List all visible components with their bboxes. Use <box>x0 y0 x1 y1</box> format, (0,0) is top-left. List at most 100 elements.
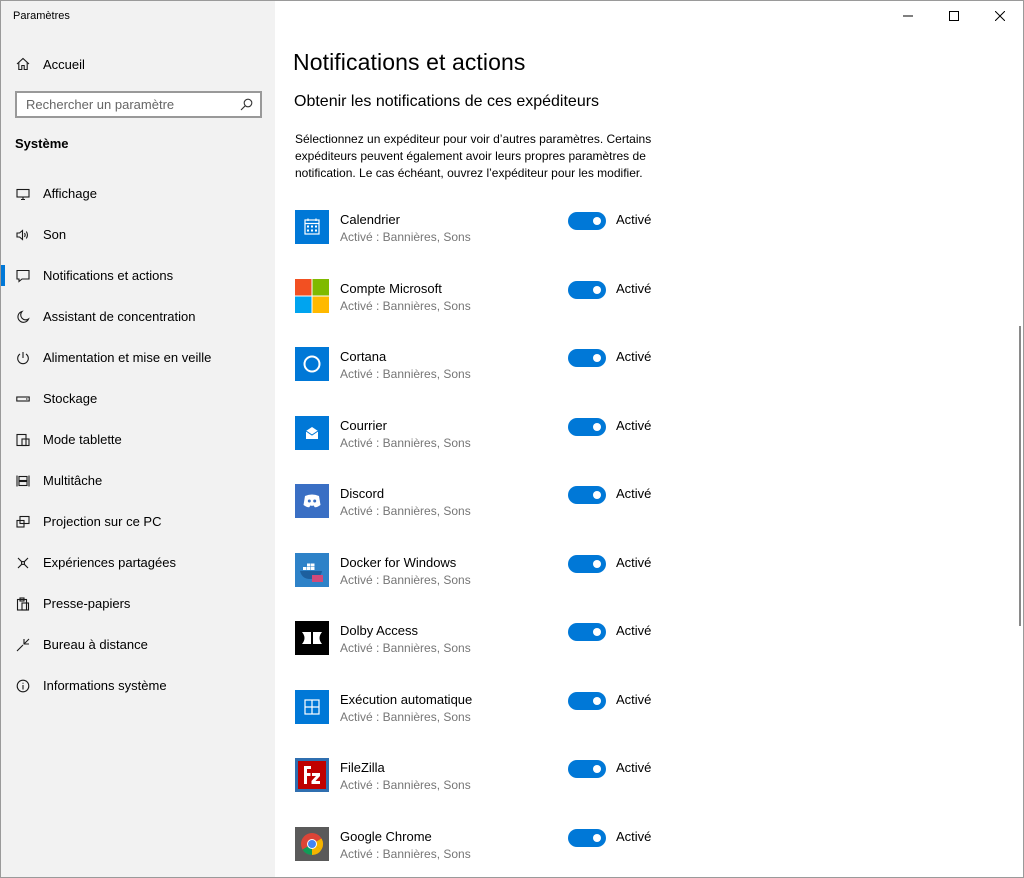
notification-toggle[interactable] <box>568 212 606 230</box>
section-title: Système <box>15 136 69 151</box>
notification-toggle[interactable] <box>568 691 606 710</box>
page-title: Notifications et actions <box>293 49 526 75</box>
section-subtitle: Obtenir les notifications de ces expédit… <box>294 93 600 110</box>
description-text: Sélectionnez un expéditeur pour voir d’a… <box>295 132 652 180</box>
sidebar-item-alimentation[interactable]: Alimentation et mise en veille <box>1 337 275 378</box>
sender-row-discord[interactable]: Discord Activé : Bannières, Sons Activé <box>295 480 715 549</box>
remote-desktop-icon <box>16 638 30 652</box>
sender-name: Cortana <box>340 349 387 364</box>
minimize-icon <box>903 15 913 17</box>
sender-row-calendrier[interactable]: Calendrier Activé : Bannières, Sons Acti… <box>295 206 715 275</box>
sidebar-item-label: Informations système <box>43 678 167 693</box>
toggle-label: Activé <box>616 417 652 433</box>
toggle-label: Activé <box>616 691 652 707</box>
sender-name: Docker for Windows <box>340 554 457 570</box>
sender-name: Google Chrome <box>340 828 432 844</box>
sender-status: Activé : Bannières, Sons <box>340 641 471 655</box>
scrollbar[interactable] <box>1019 326 1021 626</box>
sidebar-item-projection[interactable]: Projection sur ce PC <box>1 501 275 542</box>
calendar-icon <box>295 210 329 244</box>
home-icon <box>16 57 30 71</box>
sidebar-home-label: Accueil <box>43 56 85 72</box>
sidebar-item-experiences[interactable]: Expériences partagées <box>1 542 275 583</box>
sidebar-item-bureau-distance[interactable]: Bureau à distance <box>1 624 275 665</box>
multitask-icon <box>16 474 30 488</box>
sender-row-docker[interactable]: Docker for Windows Activé : Bannières, S… <box>295 549 715 618</box>
sender-name: Exécution automatique <box>340 691 473 707</box>
sidebar-item-son[interactable]: Son <box>1 214 275 255</box>
sender-status: Activé : Bannières, Sons <box>340 504 471 518</box>
chrome-icon <box>295 826 329 861</box>
sidebar-item-presse-papiers[interactable]: Presse-papiers <box>1 583 275 624</box>
toggle-label: Activé <box>616 623 652 638</box>
sender-status: Activé : Bannières, Sons <box>340 572 471 587</box>
sender-status: Activé : Bannières, Sons <box>340 230 471 244</box>
search-icon[interactable] <box>240 98 253 111</box>
sidebar-item-label: Expériences partagées <box>43 555 176 570</box>
sidebar-item-label: Son <box>43 227 67 242</box>
main-content: Notifications et actions Obtenir les not… <box>275 1 1023 877</box>
minimize-button[interactable] <box>885 1 931 31</box>
sender-status: Activé : Bannières, Sons <box>340 367 471 381</box>
notification-toggle[interactable] <box>568 828 606 847</box>
dolby-icon <box>295 621 329 655</box>
notification-toggle[interactable] <box>568 417 606 436</box>
sidebar-item-label: Presse-papiers <box>43 596 131 611</box>
toggle-knob <box>593 285 601 294</box>
toggle-label: Activé <box>616 828 652 844</box>
sender-row-dolby-access[interactable]: Dolby Access Activé : Bannières, Sons Ac… <box>295 617 715 686</box>
sender-row-google-chrome[interactable]: Google Chrome Activé : Bannières, Sons A… <box>295 823 715 878</box>
sidebar-item-label: Alimentation et mise en veille <box>43 350 212 365</box>
toggle-knob <box>593 559 601 568</box>
sidebar-item-label: Multitâche <box>43 473 103 488</box>
mail-icon <box>295 415 329 450</box>
sidebar-item-label: Bureau à distance <box>43 637 148 652</box>
filezilla-icon <box>295 758 329 792</box>
notification-toggle[interactable] <box>568 349 606 367</box>
notification-toggle[interactable] <box>568 280 606 299</box>
close-button[interactable] <box>977 1 1023 31</box>
notification-toggle[interactable] <box>568 760 606 778</box>
sender-row-cortana[interactable]: Cortana Activé : Bannières, Sons Activé <box>295 343 715 412</box>
notification-toggle[interactable] <box>568 486 606 504</box>
moon-icon <box>16 309 30 324</box>
sidebar-item-notifications[interactable]: Notifications et actions <box>1 255 275 296</box>
sender-row-courrier[interactable]: Courrier Activé : Bannières, Sons Activé <box>295 412 715 481</box>
sender-status: Activé : Bannières, Sons <box>340 435 471 450</box>
search-box[interactable] <box>15 91 262 118</box>
sidebar-item-stockage[interactable]: Stockage <box>1 378 275 419</box>
sidebar-item-affichage[interactable]: Affichage <box>1 173 275 214</box>
sidebar-item-multitache[interactable]: Multitâche <box>1 460 275 501</box>
maximize-button[interactable] <box>931 1 977 31</box>
sender-row-execution-automatique[interactable]: Exécution automatique Activé : Bannières… <box>295 686 715 755</box>
notification-toggle[interactable] <box>568 623 606 641</box>
toggle-knob <box>593 765 601 773</box>
monitor-icon <box>16 187 30 201</box>
sender-name: Discord <box>340 486 385 501</box>
sender-row-compte-microsoft[interactable]: Compte Microsoft Activé : Bannières, Son… <box>295 275 715 344</box>
sender-name: Calendrier <box>340 212 400 227</box>
toggle-knob <box>593 491 601 499</box>
window-controls <box>885 1 1023 31</box>
notification-toggle[interactable] <box>568 554 606 573</box>
close-icon <box>995 11 1005 21</box>
sender-name: Dolby Access <box>340 623 419 638</box>
sidebar-item-tablette[interactable]: Mode tablette <box>1 419 275 460</box>
sender-name: Compte Microsoft <box>340 280 442 296</box>
docker-icon <box>295 552 329 587</box>
toggle-knob <box>593 422 601 431</box>
clipboard-icon <box>16 596 30 611</box>
sender-row-filezilla[interactable]: FileZilla Activé : Bannières, Sons Activ… <box>295 754 715 823</box>
toggle-knob <box>593 217 601 225</box>
sidebar-item-informations[interactable]: Informations système <box>1 665 275 706</box>
sidebar-home[interactable]: Accueil <box>1 48 275 80</box>
sidebar-item-concentration[interactable]: Assistant de concentration <box>1 296 275 337</box>
sidebar-item-label: Stockage <box>43 391 98 406</box>
search-input[interactable] <box>26 97 226 112</box>
info-icon <box>16 679 30 693</box>
discord-icon <box>295 484 329 518</box>
autoplay-icon <box>295 689 329 724</box>
sidebar-item-label: Notifications et actions <box>43 268 174 283</box>
notification-icon <box>16 269 30 283</box>
sender-name: Courrier <box>340 417 387 433</box>
